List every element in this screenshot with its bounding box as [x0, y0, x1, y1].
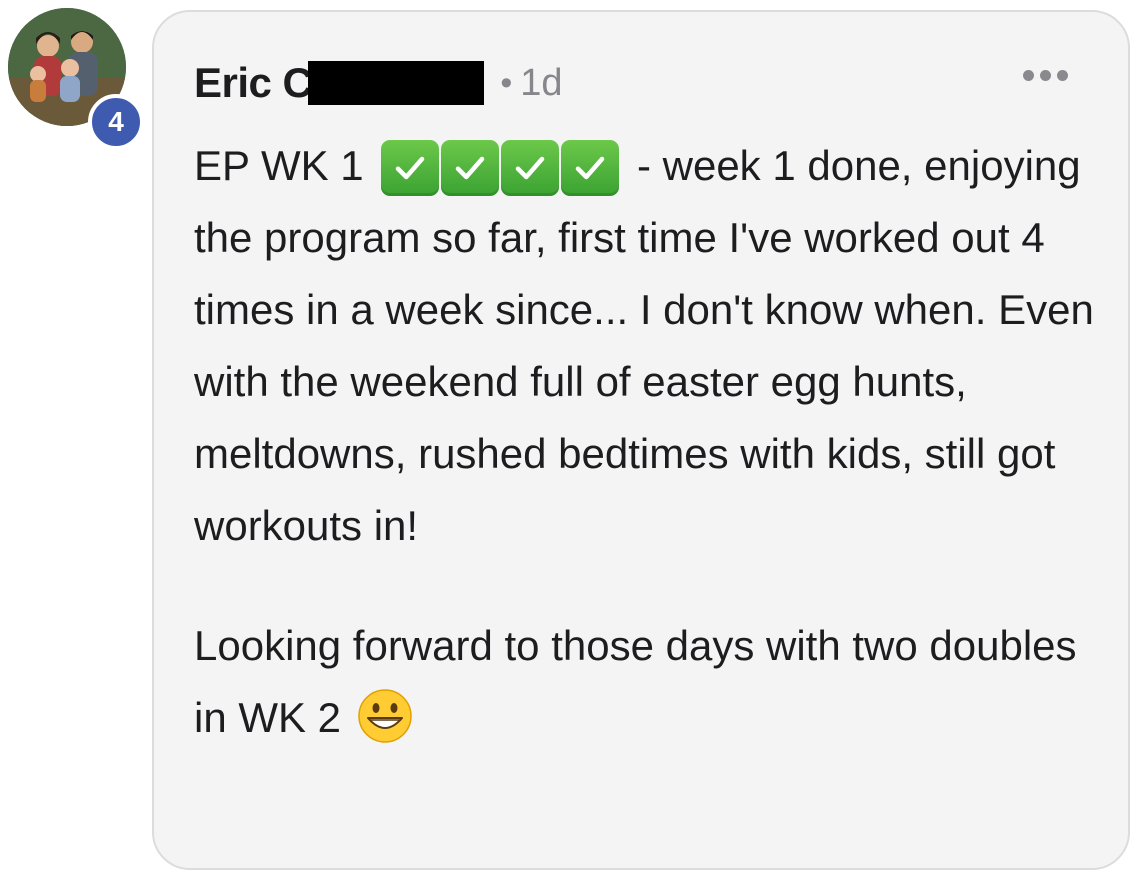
comment-body: EP WK 1 - week 1 done, enjoying the prog… [194, 130, 1094, 754]
body-paragraph1-rest: enjoying the program so far, first time … [194, 142, 1094, 549]
check-mark-button-icon [441, 140, 500, 196]
notification-badge: 4 [88, 94, 144, 150]
comment-paragraph-2: Looking forward to those days with two d… [194, 610, 1094, 754]
comment-header: Eric C • 1d [194, 58, 563, 108]
redaction-block [308, 61, 485, 105]
author-name[interactable]: Eric C [194, 59, 313, 107]
more-options-icon[interactable] [1023, 70, 1068, 81]
meta-separator: • [500, 63, 513, 102]
body-paragraph2: Looking forward to those days with two d… [194, 622, 1077, 741]
avatar-container[interactable]: 4 [8, 8, 144, 150]
timestamp[interactable]: 1d [520, 62, 562, 105]
check-emoji-group [381, 140, 620, 196]
check-mark-button-icon [381, 140, 440, 196]
more-dot [1023, 70, 1034, 81]
check-mark-button-icon [501, 140, 560, 196]
body-line1-after: - week 1 done, [636, 142, 913, 189]
check-mark-button-icon [561, 140, 620, 196]
grinning-face-icon [357, 688, 413, 744]
comment-paragraph-1: EP WK 1 - week 1 done, enjoying the prog… [194, 130, 1094, 562]
body-line1-before: EP WK 1 [194, 142, 364, 189]
comment-bubble: Eric C • 1d EP WK 1 - week 1 done, enjoy… [152, 10, 1130, 870]
more-dot [1057, 70, 1068, 81]
more-dot [1040, 70, 1051, 81]
